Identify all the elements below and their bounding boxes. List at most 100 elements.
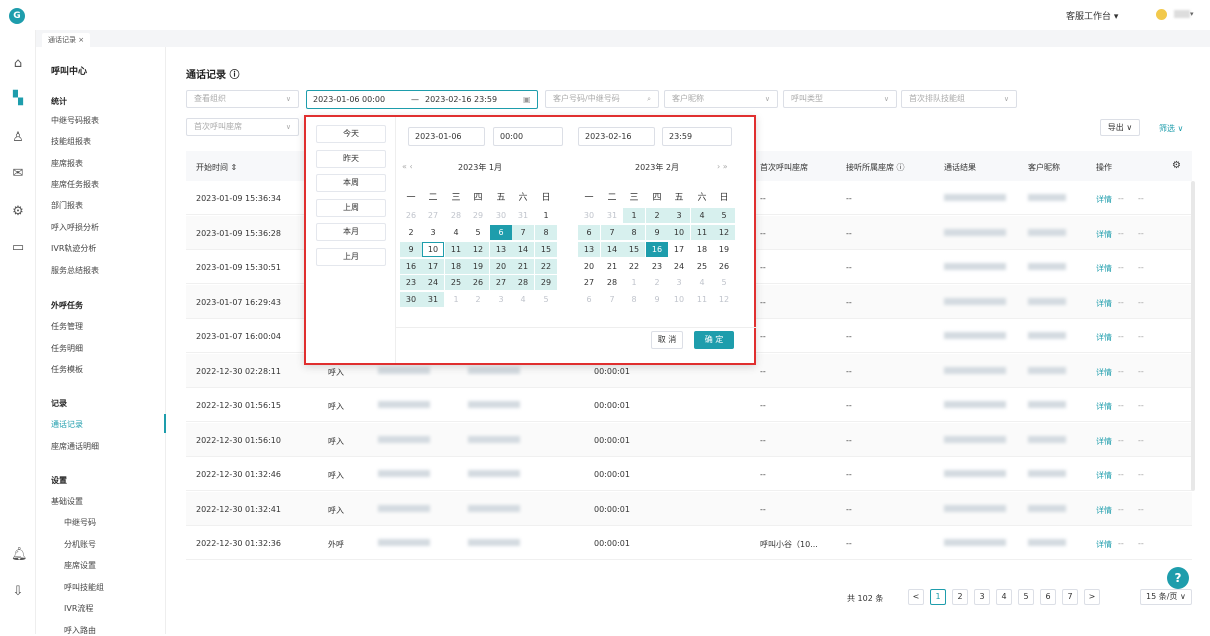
row-action-dash[interactable]: --	[1118, 539, 1124, 548]
cancel-button[interactable]: 取 消	[651, 331, 683, 349]
detail-link[interactable]: 详情	[1096, 263, 1112, 274]
sidebar-item[interactable]: 座席通话明细	[51, 441, 99, 452]
calendar-day[interactable]: 1	[623, 208, 645, 223]
calendar-day[interactable]: 7	[512, 225, 534, 240]
calendar-day[interactable]: 30	[400, 292, 422, 307]
pager-page-6[interactable]: 6	[1040, 589, 1056, 605]
workbench-dropdown[interactable]: 客服工作台 ▾	[1066, 9, 1118, 22]
calendar-day[interactable]: 2	[646, 208, 668, 223]
row-action-dash[interactable]: --	[1138, 436, 1144, 445]
calendar-day[interactable]: 14	[512, 242, 534, 257]
shortcut-button[interactable]: 本周	[316, 174, 386, 192]
pager-next[interactable]: >	[1084, 589, 1100, 605]
calendar-day[interactable]: 21	[601, 259, 623, 274]
row-action-dash[interactable]: --	[1138, 539, 1144, 548]
sidebar-item[interactable]: 任务明细	[51, 343, 83, 354]
sidebar-item[interactable]: 部门报表	[51, 200, 83, 211]
calendar-day[interactable]: 3	[668, 208, 690, 223]
calendar-day[interactable]: 18	[445, 259, 467, 274]
row-action-dash[interactable]: --	[1118, 470, 1124, 479]
bell-icon[interactable]: 🔔︎	[11, 548, 28, 562]
calendar-day[interactable]: 2	[646, 275, 668, 290]
pager-page-4[interactable]: 4	[996, 589, 1012, 605]
row-action-dash[interactable]: --	[1118, 401, 1124, 410]
calendar-day[interactable]: 4	[691, 208, 713, 223]
sidebar-item-call-records[interactable]: 通话记录	[51, 419, 83, 430]
calendar-day[interactable]: 20	[490, 259, 512, 274]
calendar-day[interactable]: 24	[422, 275, 444, 290]
row-action-dash[interactable]: --	[1138, 194, 1144, 203]
calendar-day[interactable]: 12	[713, 292, 735, 307]
confirm-button[interactable]: 确 定	[694, 331, 734, 349]
calendar-day[interactable]: 1	[445, 292, 467, 307]
row-action-dash[interactable]: --	[1118, 194, 1124, 203]
calendar-day[interactable]: 9	[400, 242, 422, 257]
sidebar-item[interactable]: 座席任务报表	[51, 179, 99, 190]
calendar-day[interactable]: 4	[512, 292, 534, 307]
calendar-day[interactable]: 3	[668, 275, 690, 290]
detail-link[interactable]: 详情	[1096, 539, 1112, 550]
shortcut-button[interactable]: 上周	[316, 198, 386, 217]
detail-link[interactable]: 详情	[1096, 229, 1112, 240]
row-action-dash[interactable]: --	[1138, 367, 1144, 376]
calendar-day[interactable]: 14	[601, 242, 623, 257]
calendar-day[interactable]: 28	[601, 275, 623, 290]
export-button[interactable]: 导出 ∨	[1100, 119, 1140, 136]
download-icon[interactable]: ⇩	[11, 585, 25, 599]
pager-page-2[interactable]: 2	[952, 589, 968, 605]
row-action-dash[interactable]: --	[1118, 229, 1124, 238]
pager-page-5[interactable]: 5	[1018, 589, 1034, 605]
calendar-day[interactable]: 5	[467, 225, 489, 240]
calendar-day[interactable]: 4	[445, 225, 467, 240]
gear-icon[interactable]: ⚙	[11, 205, 25, 219]
detail-link[interactable]: 详情	[1096, 367, 1112, 378]
sidebar-item[interactable]: IVR轨迹分析	[51, 243, 96, 254]
avatar[interactable]	[1154, 7, 1169, 22]
nickname-select[interactable]: 客户昵称 ∨	[664, 90, 778, 108]
message-icon[interactable]: ✉	[11, 167, 25, 181]
calendar-day[interactable]: 17	[668, 242, 690, 257]
sidebar-item[interactable]: 任务模板	[51, 364, 83, 375]
help-icon[interactable]: ?	[1167, 567, 1189, 589]
pager-prev[interactable]: <	[908, 589, 924, 605]
calendar-day[interactable]: 17	[422, 259, 444, 274]
calendar-day[interactable]: 20	[578, 259, 600, 274]
calendar-day[interactable]: 28	[512, 275, 534, 290]
calendar-day[interactable]: 19	[713, 242, 735, 257]
number-search-input[interactable]: 客户号码/中继号码 ⌕	[545, 90, 659, 108]
calendar-day[interactable]: 30	[578, 208, 600, 223]
calendar-day[interactable]: 3	[490, 292, 512, 307]
calendar-day[interactable]: 7	[601, 292, 623, 307]
row-action-dash[interactable]: --	[1118, 298, 1124, 307]
calendar-day[interactable]: 2	[467, 292, 489, 307]
sidebar-subitem[interactable]: 中继号码	[64, 517, 96, 528]
calendar-day[interactable]: 4	[691, 275, 713, 290]
calendar-day[interactable]: 27	[578, 275, 600, 290]
calendar-day[interactable]: 5	[713, 208, 735, 223]
row-action-dash[interactable]: --	[1138, 298, 1144, 307]
calendar-day[interactable]: 10	[668, 225, 690, 240]
row-action-dash[interactable]: --	[1138, 229, 1144, 238]
calendar-day[interactable]: 6	[578, 225, 600, 240]
calendar-day[interactable]: 26	[713, 259, 735, 274]
calendar-day[interactable]: 1	[535, 208, 557, 223]
row-action-dash[interactable]: --	[1118, 436, 1124, 445]
scrollbar[interactable]	[1191, 181, 1195, 491]
calendar-day[interactable]: 26	[400, 208, 422, 223]
calendar-day[interactable]: 31	[512, 208, 534, 223]
filter-toggle[interactable]: 筛选 ∨	[1159, 123, 1183, 134]
row-action-dash[interactable]: --	[1138, 505, 1144, 514]
users-icon[interactable]: ♙	[11, 131, 25, 145]
skill-select[interactable]: 首次排队技能组 ∨	[901, 90, 1017, 108]
calendar-day[interactable]: 25	[691, 259, 713, 274]
calendar-day[interactable]: 21	[512, 259, 534, 274]
calendar-day[interactable]: 23	[646, 259, 668, 274]
calendar-day[interactable]: 27	[422, 208, 444, 223]
row-action-dash[interactable]: --	[1138, 470, 1144, 479]
user-name[interactable]	[1174, 10, 1190, 18]
calendar-day[interactable]: 27	[490, 275, 512, 290]
calendar-day[interactable]: 13	[490, 242, 512, 257]
sidebar-subitem[interactable]: 座席设置	[64, 560, 96, 571]
row-action-dash[interactable]: --	[1118, 367, 1124, 376]
sidebar-item[interactable]: 座席报表	[51, 158, 83, 169]
